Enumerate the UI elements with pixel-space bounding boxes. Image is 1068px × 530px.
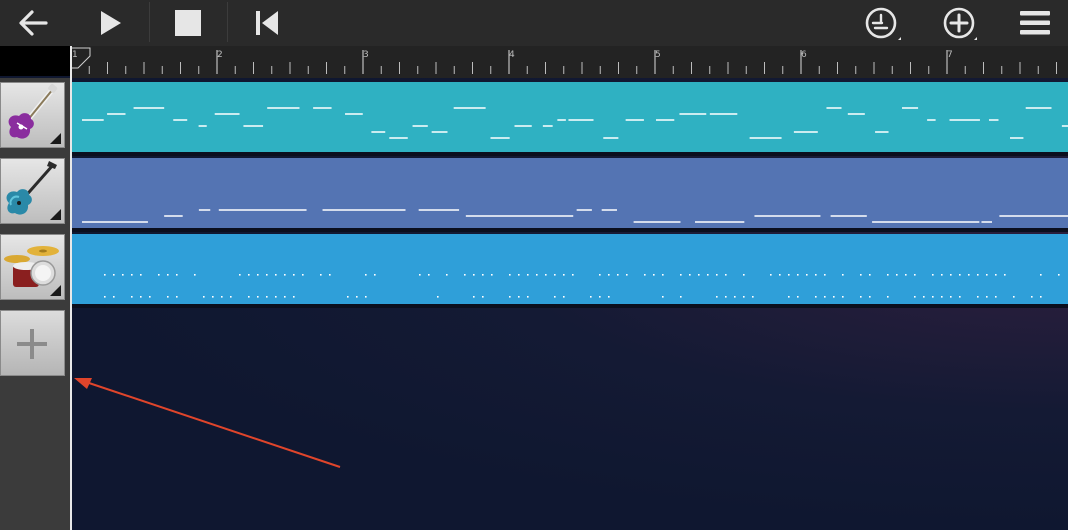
annotation-arrow: [74, 378, 341, 468]
